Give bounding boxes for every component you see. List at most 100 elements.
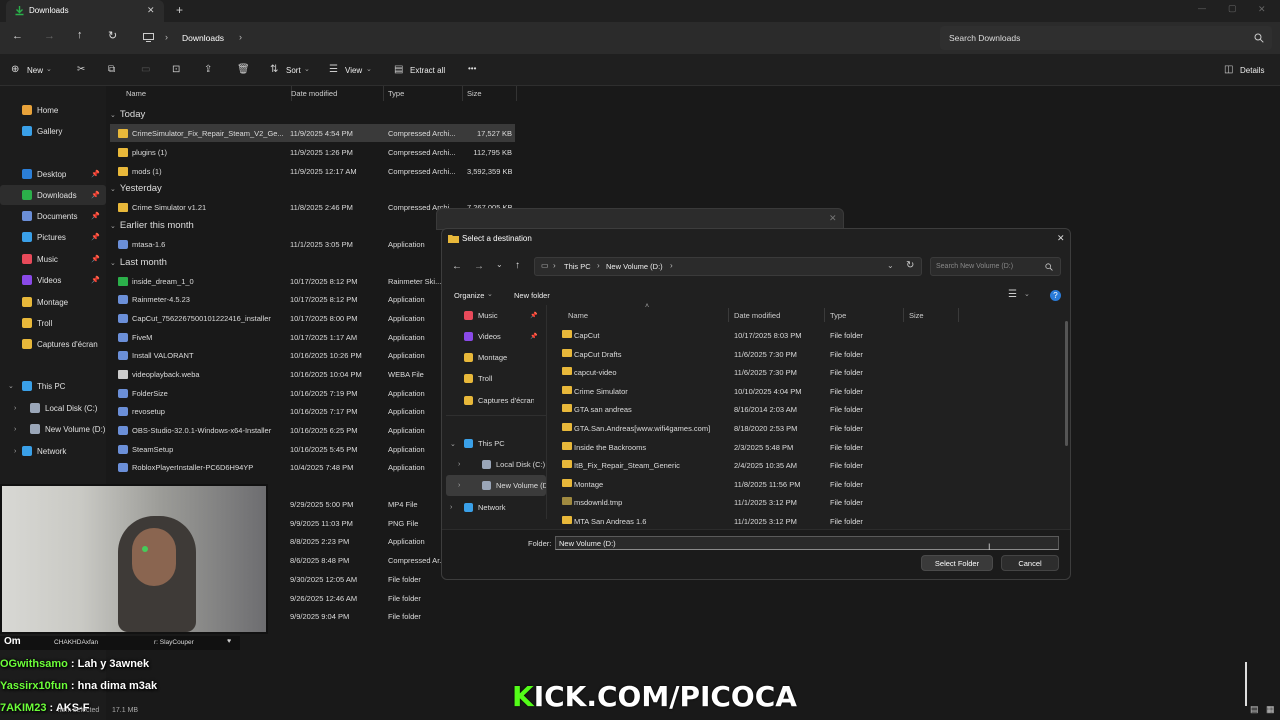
back-arrow-icon[interactable]: ←: [452, 261, 462, 272]
minimize-button[interactable]: —: [1198, 4, 1206, 13]
sidebar-item-network[interactable]: › Network: [0, 441, 106, 461]
new-button[interactable]: New: [27, 66, 43, 75]
dialog-nav-this-pc[interactable]: ⌄ This PC: [446, 433, 546, 454]
rename-icon[interactable]: ⊡: [172, 64, 180, 75]
cancel-button[interactable]: Cancel: [1001, 555, 1059, 571]
column-name[interactable]: Name: [122, 86, 292, 101]
cut-icon[interactable]: ✂: [77, 64, 85, 75]
folder-row[interactable]: MTA San Andreas 1.6 11/1/2025 3:12 PM File…: [562, 512, 1067, 530]
pin-icon[interactable]: 📌: [530, 312, 537, 319]
sidebar-item-home[interactable]: Home: [0, 100, 106, 120]
pin-icon[interactable]: 📌: [91, 233, 100, 241]
refresh-icon[interactable]: ↻: [906, 260, 914, 271]
sidebar-item-montage[interactable]: Montage: [0, 292, 106, 312]
extract-all-button[interactable]: Extract all: [410, 66, 445, 75]
folder-row[interactable]: capcut-video 11/6/2025 7:30 PM File folder: [562, 363, 1067, 381]
folder-row[interactable]: Montage 11/8/2025 11:56 PM File folder: [562, 475, 1067, 493]
share-icon[interactable]: ⇪: [204, 64, 212, 75]
paste-icon[interactable]: ▭: [141, 64, 150, 75]
chevron-down-icon[interactable]: ⌄: [8, 382, 14, 390]
up-arrow-icon[interactable]: ↑: [515, 260, 520, 271]
dialog-search-input[interactable]: Search New Volume (D:): [930, 257, 1061, 276]
window-close-button[interactable]: ✕: [1258, 4, 1266, 15]
sidebar-item-desktop[interactable]: Desktop 📌: [0, 164, 106, 184]
details-view-icon[interactable]: ▤: [1250, 704, 1259, 715]
select-folder-button[interactable]: Select Folder: [921, 555, 993, 571]
folder-row[interactable]: CapCut Drafts 11/6/2025 7:30 PM File folde…: [562, 345, 1067, 363]
dialog-nav-montage[interactable]: Montage: [446, 347, 546, 368]
details-button[interactable]: Details: [1240, 66, 1264, 75]
dialog-nav-troll[interactable]: Troll: [446, 368, 546, 389]
tab-downloads[interactable]: Downloads ✕: [6, 0, 164, 22]
sidebar-item-downloads[interactable]: Downloads 📌: [0, 185, 106, 205]
folder-row[interactable]: CapCut 10/17/2025 8:03 PM File folder: [562, 326, 1067, 344]
chevron-right-icon[interactable]: ›: [450, 504, 452, 511]
tiles-view-icon[interactable]: ▦: [1266, 704, 1275, 715]
sidebar-item-captures-d-cran[interactable]: Captures d'écran: [0, 334, 106, 354]
dialog-column-size[interactable]: Size: [909, 311, 924, 320]
sort-button[interactable]: Sort: [286, 66, 301, 75]
forward-arrow-icon[interactable]: →: [474, 261, 484, 272]
dialog-nav-videos[interactable]: Videos 📌: [446, 326, 546, 347]
chevron-right-icon[interactable]: ›: [458, 461, 460, 468]
sidebar-item-documents[interactable]: Documents 📌: [0, 206, 106, 226]
sidebar-item-troll[interactable]: Troll: [0, 313, 106, 333]
sidebar-item-gallery[interactable]: Gallery: [0, 121, 106, 141]
dialog-nav-music[interactable]: Music 📌: [446, 305, 546, 326]
column-type[interactable]: Type: [384, 86, 463, 101]
view-options-icon[interactable]: ☰: [1008, 289, 1017, 300]
dialog-nav-local-disk-c-[interactable]: › Local Disk (C:): [446, 454, 546, 475]
column-size[interactable]: Size: [463, 86, 517, 101]
sidebar-item-local-disk-c-[interactable]: › Local Disk (C:): [0, 398, 106, 418]
sidebar-item-this-pc[interactable]: ⌄ This PC: [0, 376, 106, 396]
file-row[interactable]: mods (1) 11/9/2025 12:17 AM Compressed Arc…: [110, 162, 515, 180]
group-header-last-month[interactable]: ⌄ Last month: [110, 257, 167, 268]
folder-row[interactable]: msdownld.tmp 11/1/2025 3:12 PM File folder: [562, 493, 1067, 511]
folder-row[interactable]: GTA.San.Andreas[www.wifi4games.com] 8/18/…: [562, 419, 1067, 437]
new-folder-button[interactable]: New folder: [514, 291, 550, 300]
refresh-icon[interactable]: ↻: [108, 29, 117, 42]
sidebar-item-music[interactable]: Music 📌: [0, 249, 106, 269]
pin-icon[interactable]: 📌: [91, 255, 100, 263]
chevron-right-icon[interactable]: ›: [14, 405, 16, 412]
dialog-column-name[interactable]: Name: [568, 311, 588, 320]
dialog-breadcrumb-this-pc[interactable]: This PC: [564, 262, 591, 271]
pin-icon[interactable]: 📌: [91, 191, 100, 199]
tab-close-icon[interactable]: ✕: [147, 5, 155, 16]
dialog-address-bar[interactable]: ▭ › This PC › New Volume (D:) › ⌄ ↻: [534, 257, 922, 276]
group-header-today[interactable]: ⌄ Today: [110, 109, 145, 120]
view-button[interactable]: View: [345, 66, 362, 75]
close-icon[interactable]: ✕: [829, 213, 837, 224]
recent-chevron-icon[interactable]: ⌄: [496, 260, 503, 269]
pin-icon[interactable]: 📌: [530, 333, 537, 340]
pin-icon[interactable]: 📌: [91, 212, 100, 220]
group-header-yesterday[interactable]: ⌄ Yesterday: [110, 183, 162, 194]
back-arrow-icon[interactable]: ←: [12, 30, 23, 42]
file-row[interactable]: plugins (1) 11/9/2025 1:26 PM Compressed A…: [110, 143, 515, 161]
dialog-nav-new-volume-d-[interactable]: › New Volume (D:): [446, 475, 546, 496]
address-bar[interactable]: › Downloads ›: [135, 26, 930, 50]
dialog-nav-captures-d-cran[interactable]: Captures d'écran: [446, 390, 546, 411]
chevron-right-icon[interactable]: ›: [14, 448, 16, 455]
maximize-button[interactable]: ▢: [1228, 3, 1237, 14]
chevron-right-icon[interactable]: ›: [458, 482, 460, 489]
folder-row[interactable]: Inside the Backrooms 2/3/2025 5:48 PM File…: [562, 438, 1067, 456]
folder-row[interactable]: Crime Simulator 10/10/2025 4:04 PM File fo…: [562, 382, 1067, 400]
copy-icon[interactable]: ⧉: [108, 64, 115, 75]
sidebar-item-pictures[interactable]: Pictures 📌: [0, 227, 106, 247]
sidebar-item-new-volume-d-[interactable]: › New Volume (D:): [0, 419, 106, 439]
chevron-down-icon[interactable]: ⌄: [450, 440, 456, 448]
forward-arrow-icon[interactable]: →: [44, 30, 55, 42]
new-tab-button[interactable]: +: [176, 3, 183, 17]
breadcrumb-downloads[interactable]: Downloads: [182, 33, 224, 43]
pin-icon[interactable]: 📌: [91, 170, 100, 178]
group-header-earlier[interactable]: ⌄ Earlier this month: [110, 220, 194, 231]
pin-icon[interactable]: 📌: [91, 276, 100, 284]
organize-button[interactable]: Organize: [454, 291, 484, 300]
file-row[interactable]: CrimeSimulator_Fix_Repair_Steam_V2_Ge...…: [110, 124, 515, 142]
help-icon[interactable]: ?: [1050, 290, 1061, 301]
sidebar-item-videos[interactable]: Videos 📌: [0, 270, 106, 290]
folder-row[interactable]: ItB_Fix_Repair_Steam_Generic 2/4/2025 10:…: [562, 456, 1067, 474]
delete-icon[interactable]: 🗑: [237, 64, 250, 75]
chevron-down-icon[interactable]: ⌄: [887, 261, 894, 270]
